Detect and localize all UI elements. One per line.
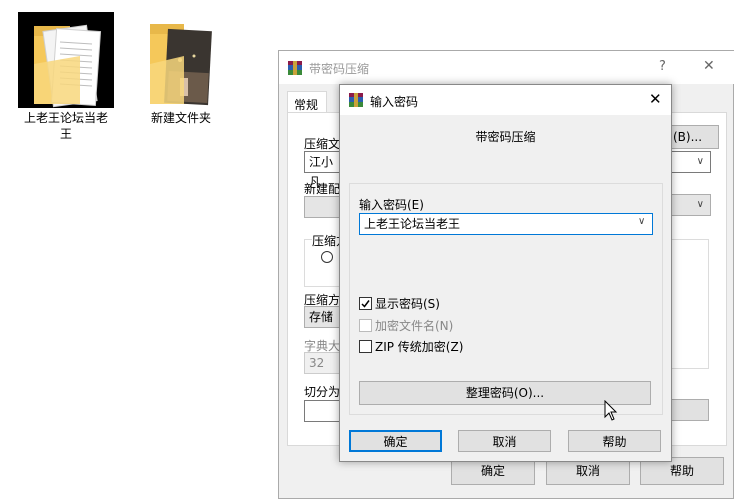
desktop-icon-label: 上老王论坛当老	[23, 111, 108, 125]
folder-thumbnail-selected	[18, 12, 114, 108]
options-group-right	[671, 239, 709, 369]
zip-legacy-label[interactable]: ZIP 传统加密(Z)	[375, 340, 463, 354]
zip-legacy-checkbox[interactable]	[359, 340, 372, 353]
folder-icon	[150, 24, 212, 106]
tab-general-label: 常规	[294, 98, 319, 112]
dialog-heading: 带密码压缩	[475, 130, 536, 144]
radio-option[interactable]	[321, 251, 333, 263]
dialog-title: 输入密码	[370, 95, 419, 109]
help-button[interactable]: 帮助	[568, 430, 661, 452]
help-title-button[interactable]: ?	[659, 59, 666, 74]
cancel-button[interactable]: 取消	[458, 430, 551, 452]
password-dialog: 输入密码 ✕ 带密码压缩 输入密码(E) 上老王论坛当老王 ∨ 显示密码(S) …	[339, 84, 672, 462]
encrypt-filenames-checkbox[interactable]	[359, 319, 372, 332]
show-password-checkbox[interactable]	[359, 297, 372, 310]
dialog-titlebar: 输入密码 ✕	[340, 85, 671, 115]
compress-method-select[interactable]: 存储	[304, 306, 344, 328]
desktop-icon-label: 新建文件夹	[150, 111, 211, 125]
password-input[interactable]: 上老王论坛当老王	[359, 213, 653, 235]
window-title: 带密码压缩	[309, 62, 370, 76]
tab-general[interactable]: 常规	[287, 91, 327, 113]
desktop-icon-archive-folder[interactable]: 上老王论坛当老 王	[18, 12, 114, 142]
folder-thumbnail	[138, 12, 224, 108]
chevron-down-icon: ∨	[696, 156, 704, 167]
browse-button[interactable]: (B)...	[671, 125, 719, 149]
archive-name-input[interactable]: 江小凡	[304, 151, 344, 189]
show-password-label[interactable]: 显示密码(S)	[375, 297, 440, 311]
winrar-app-icon	[348, 92, 364, 108]
mouse-cursor-icon	[604, 400, 618, 421]
split-volume-input[interactable]	[304, 400, 344, 422]
new-profile-label: 新建配	[304, 182, 341, 196]
profile-dropdown-tail[interactable]: ∨	[671, 194, 711, 216]
archive-name-label: 压缩文	[304, 137, 341, 151]
close-icon[interactable]: ✕	[649, 90, 662, 108]
profile-select[interactable]	[304, 196, 344, 218]
close-icon[interactable]: ✕	[703, 58, 715, 74]
split-volume-label: 切分为	[304, 385, 341, 399]
password-label: 输入密码(E)	[359, 198, 424, 212]
window-titlebar: 带密码压缩 ? ✕	[279, 51, 734, 84]
chevron-down-icon[interactable]: ∨	[638, 216, 645, 227]
chevron-down-icon: ∨	[696, 199, 704, 210]
dict-size-select[interactable]: 32	[304, 352, 344, 374]
desktop-icon-label-line2: 王	[59, 127, 72, 141]
ok-button[interactable]: 确定	[349, 430, 442, 452]
checkmark-icon	[361, 300, 370, 308]
desktop-icon-new-folder[interactable]: 新建文件夹	[138, 12, 224, 126]
encrypt-filenames-label[interactable]: 加密文件名(N)	[375, 319, 453, 333]
archive-name-dropdown-tail[interactable]: ∨	[671, 151, 711, 173]
winrar-app-icon	[287, 60, 303, 76]
set-password-button-tail[interactable]	[671, 399, 709, 421]
folder-icon	[34, 24, 102, 108]
